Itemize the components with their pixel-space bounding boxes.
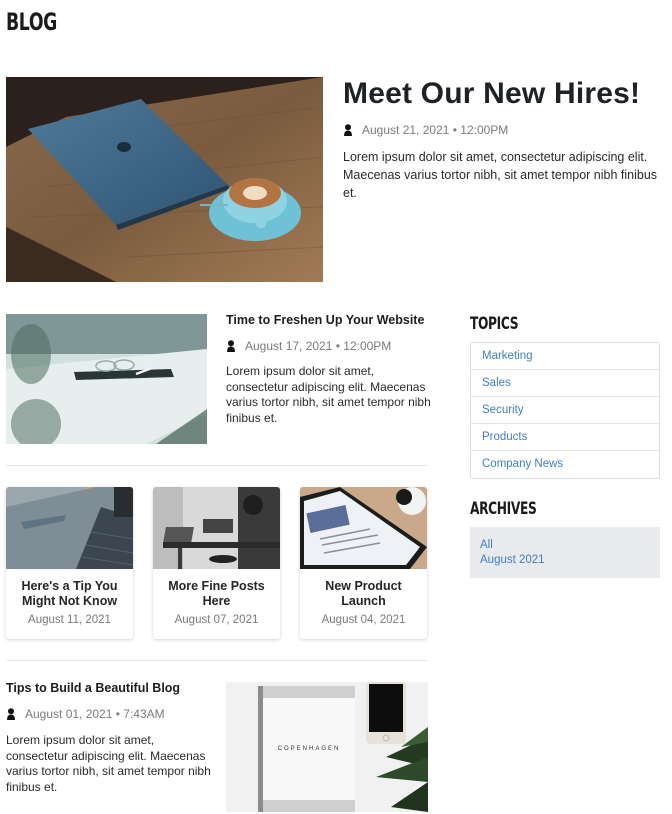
user-icon	[227, 340, 235, 352]
office-workers-photo-icon	[153, 487, 280, 569]
archive-link-all[interactable]: All	[480, 538, 650, 553]
notebook-caption: COPENHAGEN	[278, 746, 341, 752]
page-title: BLOG	[6, 8, 58, 36]
laptop-coffee-photo-icon	[6, 77, 323, 282]
post-meta: August 17, 2021 • 12:00PM	[226, 339, 391, 353]
post-meta: August 01, 2021 • 7:43AM	[6, 707, 165, 721]
card-image	[300, 487, 427, 569]
post-date: August 17, 2021 • 12:00PM	[245, 339, 392, 353]
featured-post-meta: August 21, 2021 • 12:00PM	[343, 123, 508, 137]
user-icon	[7, 708, 15, 720]
card-title: Here's a Tip You Might Not Know	[21, 579, 118, 608]
topic-link-products[interactable]: Products	[471, 424, 659, 451]
featured-post-excerpt: Lorem ipsum dolor sit amet, consectetur …	[343, 150, 658, 200]
card-date: August 04, 2021	[321, 614, 406, 626]
archives-heading: ARCHIVES	[470, 499, 537, 519]
post-image[interactable]: COPENHAGEN	[226, 682, 428, 812]
post-image[interactable]	[6, 314, 207, 444]
post-card[interactable]: More Fine Posts Here August 07, 2021	[153, 487, 280, 639]
topic-link-marketing[interactable]: Marketing	[471, 343, 659, 370]
notebook-phone-photo-icon: COPENHAGEN	[226, 682, 428, 812]
card-image	[6, 487, 133, 569]
smartphone-photo-icon	[300, 487, 427, 569]
glasses-tablet-photo-icon	[6, 314, 207, 444]
topic-link-security[interactable]: Security	[471, 397, 659, 424]
topics-list: Marketing Sales Security Products Compan…	[470, 342, 660, 479]
divider	[6, 660, 428, 661]
featured-post-date: August 21, 2021 • 12:00PM	[362, 123, 509, 137]
laptop-keyboard-photo-icon	[6, 487, 133, 569]
card-date: August 11, 2021	[28, 614, 111, 626]
archives-list: All August 2021	[470, 527, 660, 578]
divider	[6, 465, 428, 466]
post-title[interactable]: Tips to Build a Beautiful Blog	[6, 681, 180, 695]
topic-link-company-news[interactable]: Company News	[471, 451, 659, 478]
topic-link-sales[interactable]: Sales	[471, 370, 659, 397]
post-excerpt: Lorem ipsum dolor sit amet, consectetur …	[6, 733, 211, 794]
post-title[interactable]: Time to Freshen Up Your Website	[226, 313, 424, 327]
post-card[interactable]: New Product Launch August 04, 2021	[300, 487, 427, 639]
card-date: August 07, 2021	[174, 614, 259, 626]
archive-link-august-2021[interactable]: August 2021	[480, 553, 650, 568]
topics-heading: TOPICS	[470, 314, 519, 334]
post-excerpt: Lorem ipsum dolor sit amet, consectetur …	[226, 364, 431, 425]
user-icon	[344, 124, 352, 136]
card-title: More Fine Posts Here	[168, 579, 265, 608]
card-image	[153, 487, 280, 569]
featured-post-image[interactable]	[6, 77, 323, 282]
featured-post-title[interactable]: Meet Our New Hires!	[343, 77, 640, 111]
post-card[interactable]: Here's a Tip You Might Not Know August 1…	[6, 487, 133, 639]
card-title: New Product Launch	[325, 579, 402, 608]
post-date: August 01, 2021 • 7:43AM	[25, 707, 165, 721]
